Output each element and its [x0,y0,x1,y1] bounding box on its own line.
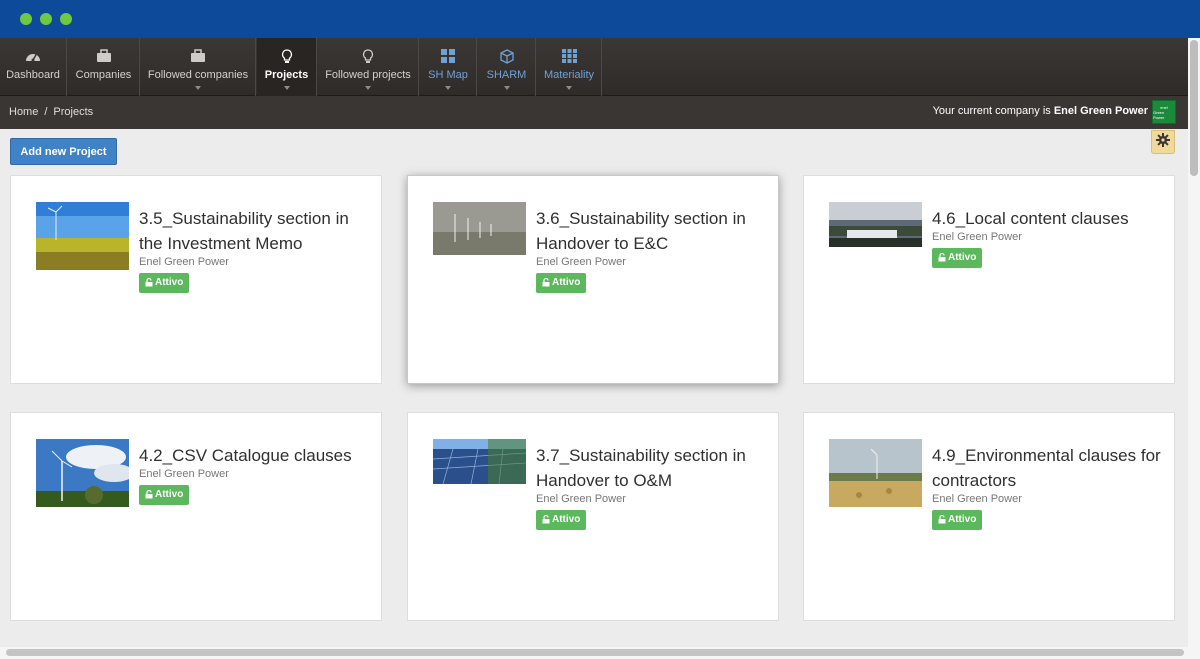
project-title[interactable]: 4.2_CSV Catalogue clauses [139,446,352,465]
project-thumbnail-wind-coast [433,202,526,255]
status-label: Attivo [155,488,184,500]
project-card[interactable]: 4.6_Local content clauses Enel Green Pow… [803,175,1175,384]
project-title[interactable]: 3.5_Sustainability section in the Invest… [139,209,349,253]
project-company: Enel Green Power [139,468,229,480]
nav-label: Followed companies [147,69,249,81]
nav-label: SH Map [428,69,468,81]
window-close-button[interactable] [20,13,32,25]
settings-button[interactable] [1151,130,1175,154]
grid-dots-icon [561,48,577,64]
project-title[interactable]: 3.7_Sustainability section in Handover t… [536,446,746,490]
window-maximize-button[interactable] [60,13,72,25]
window-title-bar [0,0,1200,38]
breadcrumb-home-link[interactable]: Home [9,106,38,118]
unlock-icon [938,515,946,524]
project-thumbnail-wheat-field [829,439,922,507]
project-title[interactable]: 4.9_Environmental clauses for contractor… [932,446,1161,490]
project-company: Enel Green Power [536,256,626,268]
chevron-down-icon [283,86,290,90]
project-company: Enel Green Power [932,493,1022,505]
lightbulb-icon [281,48,293,64]
nav-dashboard[interactable]: Dashboard [0,38,67,96]
breadcrumb-bar: Home / Projects Your current company is En… [0,96,1188,129]
project-company: Enel Green Power [139,256,229,268]
nav-label: Companies [75,69,132,81]
status-badge: Attivo [932,247,983,268]
nav-label: Projects [264,69,309,81]
current-company-prefix: Your current company is [932,105,1051,117]
status-label: Attivo [948,513,977,525]
breadcrumb: Home / Projects [9,106,93,118]
status-label: Attivo [948,251,977,263]
breadcrumb-separator: / [44,106,48,118]
status-label: Attivo [155,276,184,288]
unlock-icon [938,253,946,262]
gear-icon [1156,132,1170,152]
project-company: Enel Green Power [536,493,626,505]
nav-projects[interactable]: Projects [257,38,317,96]
horizontal-scrollbar-thumb[interactable] [6,649,1184,656]
status-label: Attivo [552,276,581,288]
project-card[interactable]: 3.7_Sustainability section in Handover t… [407,412,779,621]
project-thumbnail-solar-panels [433,439,526,484]
project-info: 3.5_Sustainability section in the Invest… [139,206,369,294]
unlock-icon [145,490,153,499]
status-badge: Attivo [139,272,190,293]
briefcase-icon [96,48,112,64]
project-company: Enel Green Power [932,231,1022,243]
unlock-icon [542,278,550,287]
project-title[interactable]: 4.6_Local content clauses [932,209,1129,228]
nav-label: Dashboard [6,69,60,81]
dashboard-gauge-icon [25,48,41,64]
company-logo: enel Green Power [1152,100,1176,124]
add-project-button[interactable]: Add new Project [10,138,117,165]
grid-icon [441,48,455,64]
nav-followed-companies[interactable]: Followed companies [141,38,256,96]
nav-followed-projects[interactable]: Followed projects [318,38,419,96]
unlock-icon [145,278,153,287]
project-info: 3.6_Sustainability section in Handover t… [536,206,766,294]
project-title[interactable]: 3.6_Sustainability section in Handover t… [536,209,746,253]
project-info: 4.2_CSV Catalogue clauses Enel Green Pow… [139,443,369,506]
chevron-down-icon [195,86,201,90]
window-minimize-button[interactable] [40,13,52,25]
project-card[interactable]: 4.2_CSV Catalogue clauses Enel Green Pow… [10,412,382,621]
status-badge: Attivo [536,509,587,530]
nav-companies[interactable]: Companies [68,38,140,96]
unlock-icon [542,515,550,524]
project-thumbnail-wind-field [36,202,129,270]
project-card[interactable]: 4.9_Environmental clauses for contractor… [803,412,1175,621]
vertical-scrollbar-thumb[interactable] [1190,40,1198,176]
project-card[interactable]: 3.6_Sustainability section in Handover t… [407,175,779,384]
status-badge: Attivo [139,484,190,505]
nav-label: Materiality [543,69,595,81]
nav-materiality[interactable]: Materiality [537,38,602,96]
project-info: 4.6_Local content clauses Enel Green Pow… [932,206,1162,269]
chevron-down-icon [365,86,371,90]
status-badge: Attivo [932,509,983,530]
project-thumbnail-wind-sky [36,439,129,507]
nav-label: Followed projects [325,69,411,81]
breadcrumb-current: Projects [53,106,94,118]
chevron-down-icon [566,86,572,90]
lightbulb-icon [362,48,374,64]
cube-icon [499,48,514,64]
project-info: 4.9_Environmental clauses for contractor… [932,443,1162,531]
briefcase-icon [190,48,206,64]
logo-text: Green Power [1153,109,1165,120]
chevron-down-icon [503,86,510,90]
project-thumbnail-dam [829,202,922,247]
project-card[interactable]: 3.5_Sustainability section in the Invest… [10,175,382,384]
project-info: 3.7_Sustainability section in Handover t… [536,443,766,531]
nav-label: SHARM [486,69,527,81]
main-navbar: Dashboard Companies Followed companies P… [0,38,1188,96]
current-company-name: Enel Green Power [1053,105,1148,117]
chevron-down-icon [445,86,451,90]
nav-sharm[interactable]: SHARM [478,38,536,96]
status-label: Attivo [552,513,581,525]
current-company-label: Your current company is Enel Green Power [933,105,1148,117]
status-badge: Attivo [536,272,587,293]
nav-sh-map[interactable]: SH Map [420,38,477,96]
